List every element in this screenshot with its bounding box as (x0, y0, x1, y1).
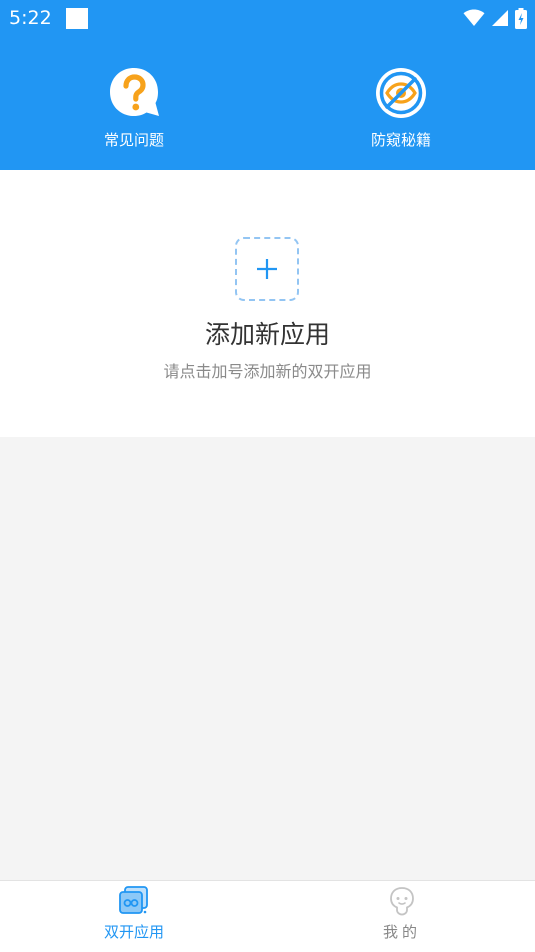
bottom-nav: 双开应用 我的 (0, 880, 535, 952)
dual-app-icon (119, 886, 148, 914)
status-bar: 5:22 (0, 0, 535, 36)
battery-charging-icon (515, 7, 527, 29)
status-time: 5:22 (9, 7, 52, 29)
status-icons (463, 7, 527, 29)
add-app-subtitle: 请点击加号添加新的双开应用 (163, 362, 372, 381)
privacy-tips-button[interactable]: 防窥秘籍 (341, 66, 461, 150)
tab-mine-label: 我的 (382, 923, 421, 941)
tab-mine[interactable]: 我的 (332, 886, 472, 942)
plus-icon (257, 259, 277, 279)
privacy-tips-label: 防窥秘籍 (370, 131, 431, 149)
add-app-title: 添加新应用 (204, 320, 330, 349)
notification-square-icon (66, 8, 88, 29)
add-app-button[interactable] (235, 237, 299, 301)
tab-dual-apps-label: 双开应用 (103, 923, 164, 941)
wifi-icon (463, 9, 485, 26)
header: 常见问题 防窥秘籍 (0, 36, 535, 170)
question-bubble-icon (110, 68, 159, 116)
cell-signal-icon (492, 10, 508, 26)
faq-button[interactable]: 常见问题 (74, 66, 194, 150)
tab-dual-apps[interactable]: 双开应用 (64, 886, 204, 942)
add-app-card: 添加新应用 请点击加号添加新的双开应用 (0, 170, 535, 437)
eye-off-icon (376, 68, 426, 118)
user-face-icon (390, 887, 414, 916)
faq-label: 常见问题 (103, 131, 164, 149)
